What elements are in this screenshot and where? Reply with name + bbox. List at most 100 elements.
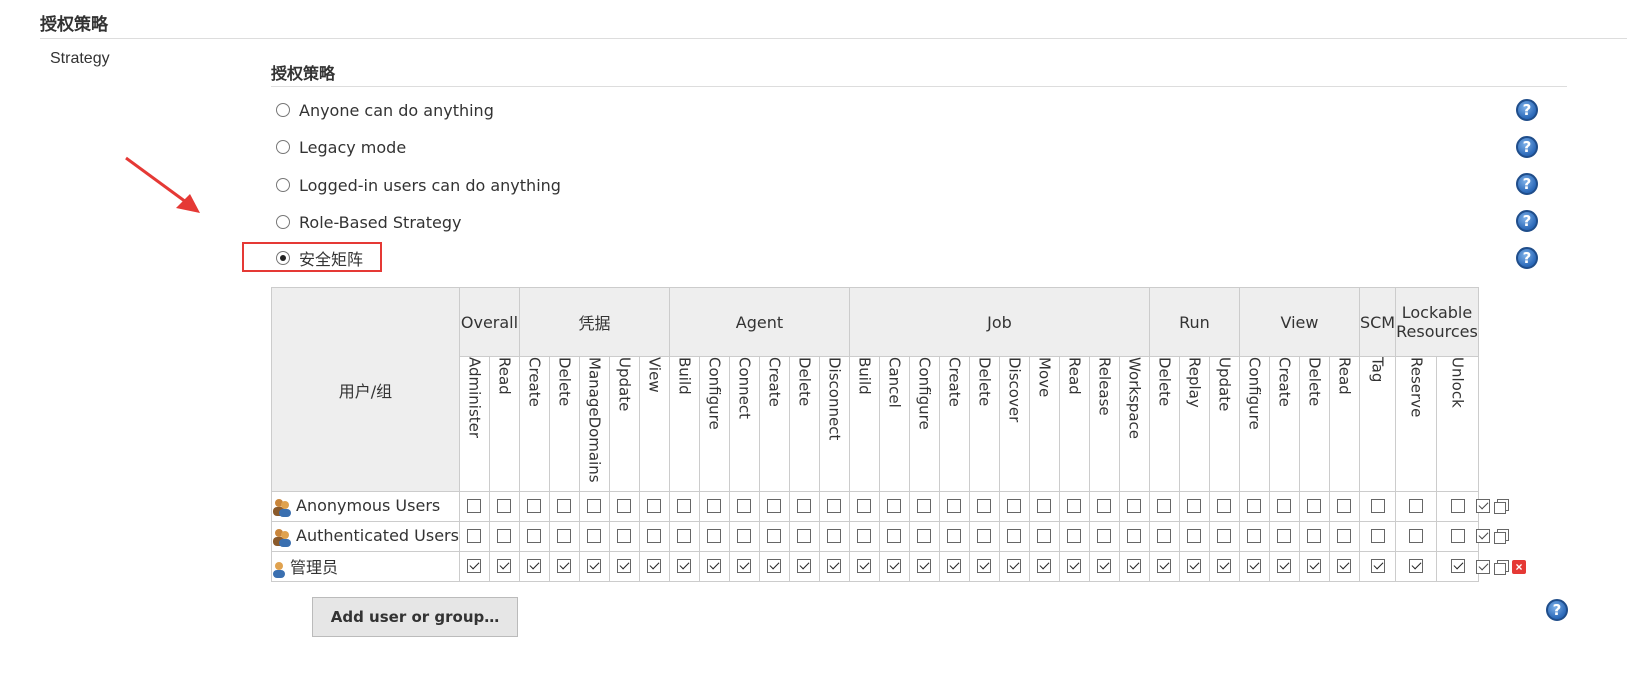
permission-checkbox[interactable] xyxy=(647,529,662,544)
permission-checkbox[interactable] xyxy=(1037,499,1052,514)
permission-checkbox[interactable] xyxy=(1067,529,1082,544)
permission-checkbox[interactable] xyxy=(797,529,812,544)
radio-legacy[interactable]: Legacy mode xyxy=(276,135,406,159)
permission-checkbox[interactable] xyxy=(1127,499,1142,514)
permission-checkbox[interactable] xyxy=(1187,559,1202,574)
permission-checkbox[interactable] xyxy=(1127,559,1142,574)
permission-checkbox[interactable] xyxy=(1247,529,1262,544)
permission-checkbox[interactable] xyxy=(677,559,692,574)
permission-checkbox[interactable] xyxy=(857,529,872,544)
permission-checkbox[interactable] xyxy=(887,529,902,544)
permission-checkbox[interactable] xyxy=(1007,559,1022,574)
unselect-all-icon[interactable] xyxy=(1494,499,1509,514)
permission-checkbox[interactable] xyxy=(1450,499,1465,514)
permission-checkbox[interactable] xyxy=(797,559,812,574)
permission-checkbox[interactable] xyxy=(617,559,632,574)
permission-checkbox[interactable] xyxy=(527,529,542,544)
permission-checkbox[interactable] xyxy=(707,529,722,544)
permission-checkbox[interactable] xyxy=(1037,559,1052,574)
permission-checkbox[interactable] xyxy=(1217,529,1232,544)
permission-checkbox[interactable] xyxy=(1067,559,1082,574)
unselect-all-icon[interactable] xyxy=(1494,529,1509,544)
permission-checkbox[interactable] xyxy=(1007,499,1022,514)
delete-row-icon[interactable]: × xyxy=(1512,560,1526,574)
help-icon[interactable]: ? xyxy=(1546,599,1568,621)
permission-checkbox[interactable] xyxy=(1067,499,1082,514)
permission-checkbox[interactable] xyxy=(617,529,632,544)
radio-role-based[interactable]: Role-Based Strategy xyxy=(276,210,461,234)
permission-checkbox[interactable] xyxy=(917,499,932,514)
permission-checkbox[interactable] xyxy=(887,559,902,574)
permission-checkbox[interactable] xyxy=(527,499,542,514)
permission-checkbox[interactable] xyxy=(767,529,782,544)
select-all-icon[interactable] xyxy=(1476,560,1490,574)
add-user-or-group-button[interactable]: Add user or group… xyxy=(312,597,518,637)
permission-checkbox[interactable] xyxy=(1370,529,1385,544)
permission-checkbox[interactable] xyxy=(767,559,782,574)
permission-checkbox[interactable] xyxy=(1409,559,1424,574)
select-all-icon[interactable] xyxy=(1476,529,1490,543)
radio-button[interactable] xyxy=(276,103,290,117)
permission-checkbox[interactable] xyxy=(647,499,662,514)
radio-logged-in[interactable]: Logged-in users can do anything xyxy=(276,173,561,197)
permission-checkbox[interactable] xyxy=(1307,499,1322,514)
permission-checkbox[interactable] xyxy=(767,499,782,514)
permission-checkbox[interactable] xyxy=(617,499,632,514)
permission-checkbox[interactable] xyxy=(1337,499,1352,514)
permission-checkbox[interactable] xyxy=(1307,529,1322,544)
permission-checkbox[interactable] xyxy=(587,559,602,574)
permission-checkbox[interactable] xyxy=(1097,529,1112,544)
permission-checkbox[interactable] xyxy=(797,499,812,514)
permission-checkbox[interactable] xyxy=(737,529,752,544)
permission-checkbox[interactable] xyxy=(677,499,692,514)
radio-button[interactable] xyxy=(276,178,290,192)
permission-checkbox[interactable] xyxy=(1409,499,1424,514)
help-icon[interactable]: ? xyxy=(1516,136,1538,158)
radio-button[interactable] xyxy=(276,215,290,229)
permission-checkbox[interactable] xyxy=(647,559,662,574)
permission-checkbox[interactable] xyxy=(497,559,512,574)
permission-checkbox[interactable] xyxy=(467,499,482,514)
permission-checkbox[interactable] xyxy=(887,499,902,514)
permission-checkbox[interactable] xyxy=(467,529,482,544)
permission-checkbox[interactable] xyxy=(1370,559,1385,574)
permission-checkbox[interactable] xyxy=(1370,499,1385,514)
permission-checkbox[interactable] xyxy=(587,499,602,514)
permission-checkbox[interactable] xyxy=(917,529,932,544)
permission-checkbox[interactable] xyxy=(977,529,992,544)
unselect-all-icon[interactable] xyxy=(1494,560,1509,575)
permission-checkbox[interactable] xyxy=(947,499,962,514)
permission-checkbox[interactable] xyxy=(1337,559,1352,574)
help-icon[interactable]: ? xyxy=(1516,247,1538,269)
permission-checkbox[interactable] xyxy=(857,499,872,514)
permission-checkbox[interactable] xyxy=(1450,559,1465,574)
permission-checkbox[interactable] xyxy=(557,559,572,574)
permission-checkbox[interactable] xyxy=(1157,499,1172,514)
permission-checkbox[interactable] xyxy=(977,559,992,574)
permission-checkbox[interactable] xyxy=(947,529,962,544)
select-all-icon[interactable] xyxy=(1476,499,1490,513)
radio-anyone[interactable]: Anyone can do anything xyxy=(276,98,494,122)
radio-button[interactable] xyxy=(276,140,290,154)
permission-checkbox[interactable] xyxy=(1277,559,1292,574)
permission-checkbox[interactable] xyxy=(1277,499,1292,514)
permission-checkbox[interactable] xyxy=(827,499,842,514)
help-icon[interactable]: ? xyxy=(1516,99,1538,121)
permission-checkbox[interactable] xyxy=(1157,559,1172,574)
permission-checkbox[interactable] xyxy=(557,529,572,544)
help-icon[interactable]: ? xyxy=(1516,173,1538,195)
permission-checkbox[interactable] xyxy=(1307,559,1322,574)
permission-checkbox[interactable] xyxy=(857,559,872,574)
permission-checkbox[interactable] xyxy=(1187,529,1202,544)
permission-checkbox[interactable] xyxy=(1277,529,1292,544)
permission-checkbox[interactable] xyxy=(1157,529,1172,544)
permission-checkbox[interactable] xyxy=(737,499,752,514)
permission-checkbox[interactable] xyxy=(527,559,542,574)
permission-checkbox[interactable] xyxy=(977,499,992,514)
permission-checkbox[interactable] xyxy=(947,559,962,574)
permission-checkbox[interactable] xyxy=(827,529,842,544)
permission-checkbox[interactable] xyxy=(737,559,752,574)
permission-checkbox[interactable] xyxy=(1037,529,1052,544)
permission-checkbox[interactable] xyxy=(1097,499,1112,514)
permission-checkbox[interactable] xyxy=(1097,559,1112,574)
